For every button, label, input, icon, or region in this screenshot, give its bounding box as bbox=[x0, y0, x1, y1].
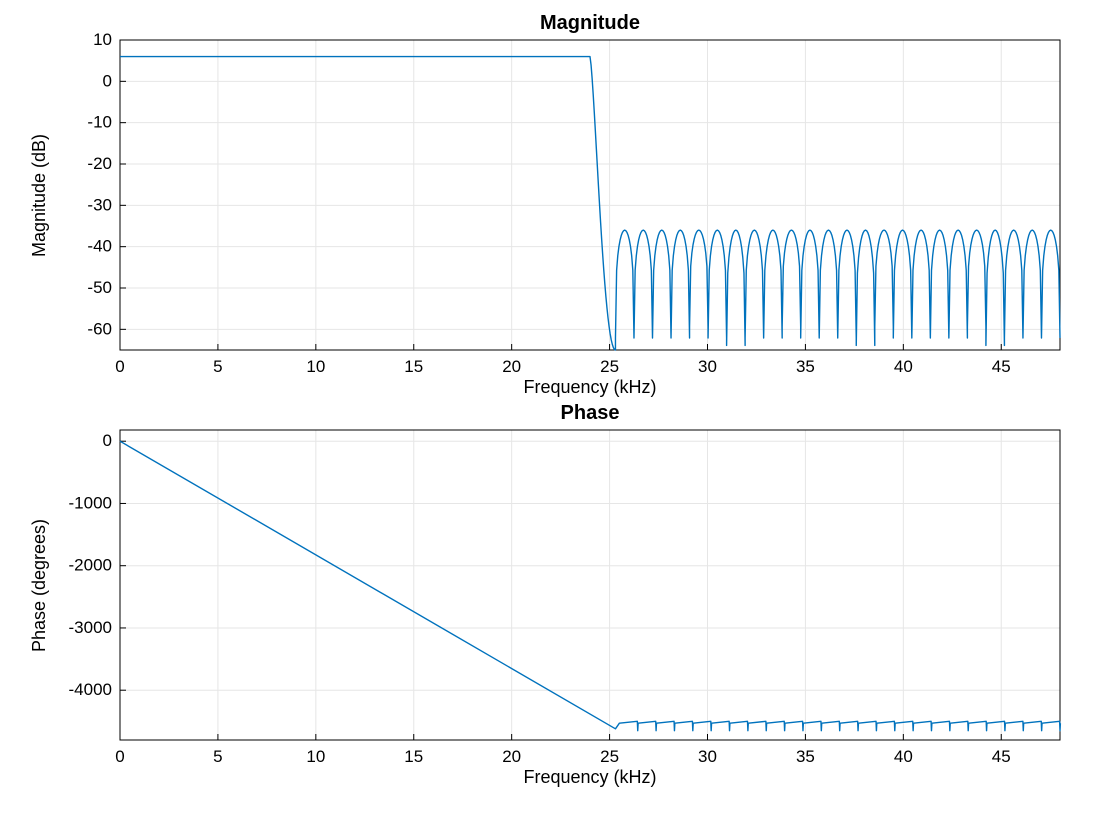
phase-svg: 051015202530354045-4000-3000-2000-10000 bbox=[120, 430, 1060, 740]
phase-xlabel: Frequency (kHz) bbox=[120, 767, 1060, 788]
svg-text:25: 25 bbox=[600, 357, 619, 376]
svg-text:-10: -10 bbox=[87, 113, 112, 132]
magnitude-plot: Magnitude Magnitude (dB) 051015202530354… bbox=[120, 40, 1060, 350]
magnitude-svg: 051015202530354045-60-50-40-30-20-10010 bbox=[120, 40, 1060, 350]
svg-text:-3000: -3000 bbox=[69, 618, 112, 637]
svg-text:0: 0 bbox=[115, 747, 124, 766]
svg-text:40: 40 bbox=[894, 747, 913, 766]
svg-text:-50: -50 bbox=[87, 278, 112, 297]
svg-text:-40: -40 bbox=[87, 237, 112, 256]
svg-text:-2000: -2000 bbox=[69, 556, 112, 575]
svg-text:-1000: -1000 bbox=[69, 493, 112, 512]
magnitude-xlabel: Frequency (kHz) bbox=[120, 377, 1060, 398]
svg-text:25: 25 bbox=[600, 747, 619, 766]
phase-plot: Phase Phase (degrees) 051015202530354045… bbox=[120, 430, 1060, 740]
magnitude-title: Magnitude bbox=[120, 12, 1060, 35]
svg-text:10: 10 bbox=[306, 747, 325, 766]
svg-text:-20: -20 bbox=[87, 154, 112, 173]
svg-text:15: 15 bbox=[404, 747, 423, 766]
svg-text:-60: -60 bbox=[87, 319, 112, 338]
figure: Magnitude Magnitude (dB) 051015202530354… bbox=[0, 0, 1120, 840]
svg-text:40: 40 bbox=[894, 357, 913, 376]
svg-text:5: 5 bbox=[213, 357, 222, 376]
svg-text:-4000: -4000 bbox=[69, 680, 112, 699]
svg-text:45: 45 bbox=[992, 357, 1011, 376]
svg-text:0: 0 bbox=[103, 431, 112, 450]
svg-text:0: 0 bbox=[115, 357, 124, 376]
svg-text:20: 20 bbox=[502, 747, 521, 766]
svg-text:35: 35 bbox=[796, 357, 815, 376]
magnitude-ylabel: Magnitude (dB) bbox=[28, 40, 52, 350]
svg-text:20: 20 bbox=[502, 357, 521, 376]
svg-text:30: 30 bbox=[698, 747, 717, 766]
svg-text:35: 35 bbox=[796, 747, 815, 766]
svg-text:10: 10 bbox=[306, 357, 325, 376]
svg-text:45: 45 bbox=[992, 747, 1011, 766]
phase-title: Phase bbox=[120, 402, 1060, 425]
svg-text:-30: -30 bbox=[87, 195, 112, 214]
svg-text:0: 0 bbox=[103, 71, 112, 90]
svg-text:10: 10 bbox=[93, 30, 112, 49]
svg-text:30: 30 bbox=[698, 357, 717, 376]
svg-text:5: 5 bbox=[213, 747, 222, 766]
svg-text:15: 15 bbox=[404, 357, 423, 376]
phase-ylabel: Phase (degrees) bbox=[28, 430, 52, 740]
